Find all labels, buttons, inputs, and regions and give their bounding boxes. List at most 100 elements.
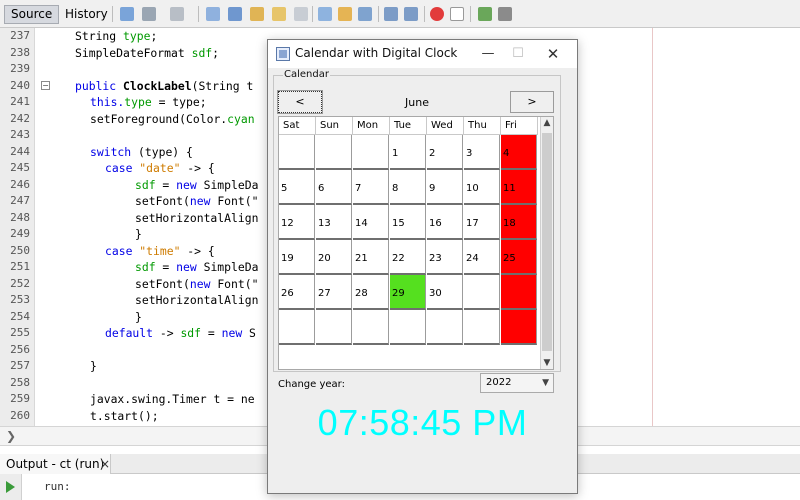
day-cell[interactable] — [279, 135, 315, 170]
day-cell[interactable]: 1 — [390, 135, 426, 170]
calendar-window: Calendar with Digital Clock — ☐ ✕ Calend… — [267, 39, 578, 494]
day-cell[interactable] — [390, 310, 426, 345]
line-number: 255 — [10, 326, 30, 339]
toggle-bookmark-icon[interactable] — [358, 7, 372, 21]
shift-right-icon[interactable] — [404, 7, 418, 21]
code-line-241: this.type = type; — [90, 95, 207, 109]
line-number: 245 — [10, 161, 30, 174]
day-cell[interactable]: 22 — [390, 240, 426, 275]
day-cell[interactable]: 30 — [427, 275, 463, 310]
code-line-242: setForeground(Color.cyan — [90, 111, 255, 126]
day-cell-today[interactable]: 29 — [390, 275, 426, 310]
day-cell[interactable]: 28 — [353, 275, 389, 310]
year-select[interactable]: 2022 ▼ — [480, 373, 554, 393]
day-cell-friday[interactable] — [501, 310, 537, 345]
day-cell[interactable]: 10 — [464, 170, 500, 205]
minimize-button[interactable]: — — [475, 44, 501, 64]
day-cell[interactable]: 27 — [316, 275, 352, 310]
tab-source[interactable]: Source — [4, 5, 60, 24]
toggle-highlight-icon[interactable] — [294, 7, 308, 21]
previous-bookmark-icon[interactable] — [318, 7, 332, 21]
day-cell[interactable]: 26 — [279, 275, 315, 310]
day-cell[interactable] — [353, 310, 389, 345]
next-month-button[interactable]: > — [510, 91, 554, 113]
day-cell[interactable]: 13 — [316, 205, 352, 240]
day-cell[interactable] — [316, 135, 352, 170]
find-icon[interactable] — [206, 7, 220, 21]
chevron-down-icon[interactable]: ▼ — [541, 358, 553, 368]
day-cell-friday[interactable] — [501, 275, 537, 310]
line-number: 248 — [10, 210, 30, 224]
day-cell[interactable] — [316, 310, 352, 345]
close-button[interactable]: ✕ — [540, 44, 566, 64]
find-previous-icon[interactable] — [228, 7, 242, 21]
day-cell[interactable]: 16 — [427, 205, 463, 240]
day-cell[interactable]: 7 — [353, 170, 389, 205]
day-cell[interactable]: 12 — [279, 205, 315, 240]
day-cell[interactable]: 8 — [390, 170, 426, 205]
window-titlebar[interactable]: Calendar with Digital Clock — ☐ ✕ — [268, 40, 577, 68]
chevron-up-icon[interactable]: ▲ — [541, 118, 553, 128]
day-cell[interactable]: 9 — [427, 170, 463, 205]
change-year-label: Change year: — [278, 379, 345, 390]
day-cell[interactable]: 6 — [316, 170, 352, 205]
find-next-icon[interactable] — [250, 7, 264, 21]
day-cell[interactable] — [427, 310, 463, 345]
day-cell-friday[interactable]: 18 — [501, 205, 537, 240]
day-cell[interactable]: 15 — [390, 205, 426, 240]
day-cell[interactable] — [464, 310, 500, 345]
month-label: June — [405, 96, 429, 109]
next-bookmark-icon[interactable] — [338, 7, 352, 21]
day-cell[interactable]: 5 — [279, 170, 315, 205]
day-cell[interactable]: 21 — [353, 240, 389, 275]
history-back-icon[interactable] — [142, 7, 156, 21]
day-cell-friday[interactable]: 4 — [501, 135, 537, 170]
day-cell[interactable]: 24 — [464, 240, 500, 275]
day-cell[interactable] — [353, 135, 389, 170]
day-cell[interactable]: 2 — [427, 135, 463, 170]
right-margin-guide — [652, 28, 653, 426]
line-number: 257 — [10, 359, 30, 372]
tab-history[interactable]: History — [58, 5, 115, 24]
day-cell-friday[interactable]: 11 — [501, 170, 537, 205]
day-cell[interactable]: 17 — [464, 205, 500, 240]
calendar-vertical-scrollbar[interactable]: ▲ ▼ — [540, 117, 553, 369]
tab-output-run[interactable]: Output - ct (run) — [0, 454, 112, 474]
uncomment-icon[interactable] — [498, 7, 512, 21]
line-number: 253 — [10, 293, 30, 306]
close-icon[interactable]: × — [100, 457, 110, 471]
day-cell[interactable]: 3 — [464, 135, 500, 170]
line-number: 254 — [10, 309, 30, 323]
comment-icon[interactable] — [478, 7, 492, 21]
maximize-button[interactable]: ☐ — [505, 44, 531, 64]
day-cell[interactable] — [464, 275, 500, 310]
code-line-250: case "time" -> { — [105, 243, 215, 258]
back-icon[interactable] — [120, 7, 134, 21]
weekday-header: Fri — [501, 117, 538, 135]
day-cell[interactable]: 23 — [427, 240, 463, 275]
calendar-table: Sat Sun Mon Tue Wed Thu Fri 1 2 3 4 5 6 … — [278, 116, 554, 370]
forward-icon[interactable] — [170, 7, 184, 21]
code-line-257: } — [90, 359, 97, 373]
shift-left-icon[interactable] — [384, 7, 398, 21]
day-cell-friday[interactable]: 25 — [501, 240, 537, 275]
code-line-248: setHorizontalAlign — [135, 210, 259, 225]
line-number: 258 — [10, 375, 30, 389]
rerun-icon[interactable] — [6, 481, 15, 493]
line-number: 252 — [10, 276, 30, 290]
scrollbar-thumb[interactable] — [542, 133, 552, 351]
collapse-fold-icon[interactable]: − — [41, 81, 50, 90]
chevron-down-icon[interactable]: ▼ — [542, 374, 549, 392]
stop-macro-recording-icon[interactable] — [450, 7, 464, 21]
previous-month-button[interactable]: < — [277, 90, 323, 114]
code-line-246: sdf = new SimpleDa — [135, 177, 259, 192]
start-macro-recording-icon[interactable] — [430, 7, 444, 21]
day-cell[interactable]: 19 — [279, 240, 315, 275]
chevron-right-icon[interactable]: ❯ — [6, 429, 16, 443]
line-number: 250 — [10, 243, 30, 257]
code-line-238: SimpleDateFormat sdf; — [75, 45, 220, 60]
day-cell[interactable]: 20 — [316, 240, 352, 275]
day-cell[interactable]: 14 — [353, 205, 389, 240]
find-selection-icon[interactable] — [272, 7, 286, 21]
day-cell[interactable] — [279, 310, 315, 345]
